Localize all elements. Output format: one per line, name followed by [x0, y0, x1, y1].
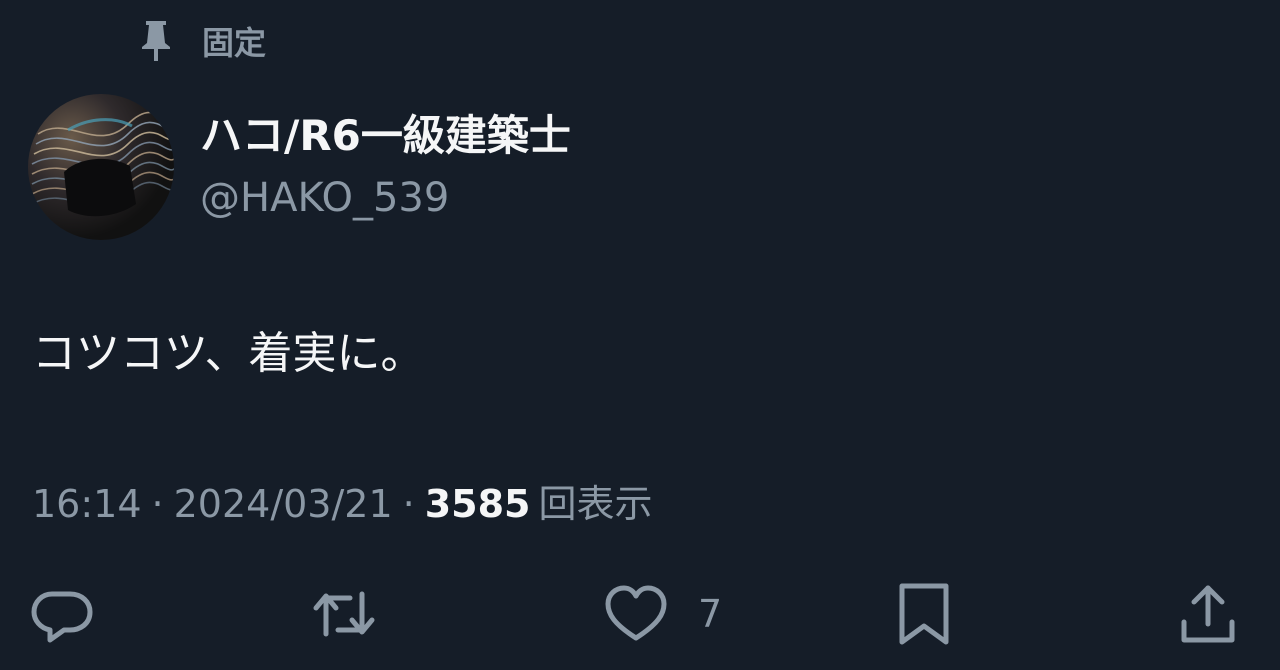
tweet-text: コツコツ、着実に。	[32, 328, 425, 379]
user-info: ハコ/R6一級建築士 @HAKO_539	[200, 106, 571, 226]
retweet-icon	[312, 582, 376, 646]
reply-icon	[30, 582, 94, 646]
like-count: 7	[698, 592, 723, 636]
display-name[interactable]: ハコ/R6一級建築士	[200, 106, 571, 166]
meta-separator: ·	[402, 482, 415, 526]
action-bar: 7	[0, 578, 1280, 650]
user-handle[interactable]: @HAKO_539	[200, 170, 571, 226]
avatar[interactable]	[28, 94, 174, 240]
pinned-indicator: 固定	[136, 18, 266, 64]
pin-icon	[136, 19, 176, 63]
share-button[interactable]	[1176, 578, 1240, 650]
share-icon	[1176, 582, 1240, 646]
like-button[interactable]: 7	[604, 578, 722, 650]
tweet-meta: 16:14 · 2024/03/21 · 3585 回表示	[32, 474, 653, 534]
bookmark-icon	[892, 582, 956, 646]
tweet-date: 2024/03/21	[173, 482, 393, 526]
tweet-time: 16:14	[32, 482, 142, 526]
heart-icon	[604, 582, 668, 646]
meta-separator: ·	[151, 482, 164, 526]
retweet-button[interactable]	[312, 578, 376, 650]
bookmark-button[interactable]	[892, 578, 956, 650]
pinned-label: 固定	[202, 24, 267, 62]
views-label: 回表示	[538, 482, 653, 526]
views-count: 3585	[424, 482, 531, 526]
reply-button[interactable]	[30, 578, 94, 650]
